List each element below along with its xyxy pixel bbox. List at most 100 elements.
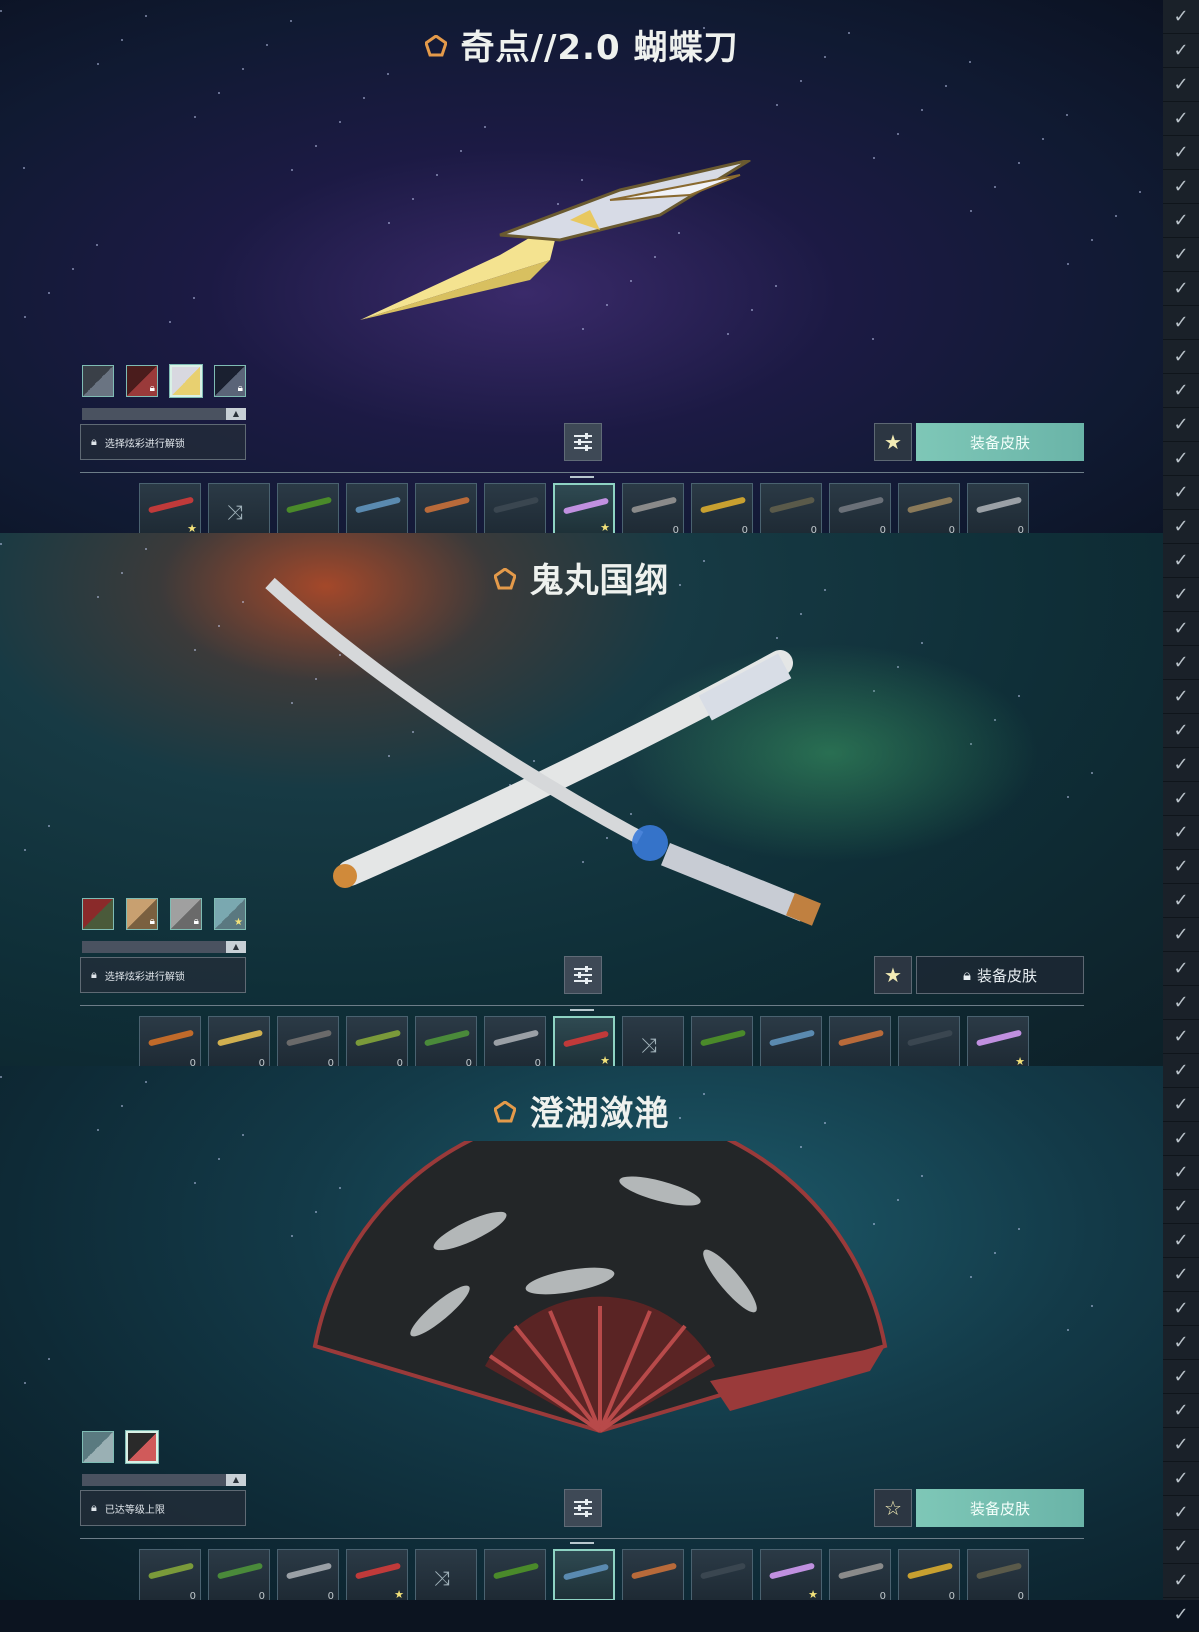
chroma-swatch[interactable] xyxy=(82,898,114,930)
skin-thumbnail[interactable]: 0 xyxy=(208,1549,270,1600)
check-chevron-icon[interactable]: ✓ xyxy=(1163,646,1199,680)
skin-thumbnail[interactable] xyxy=(691,1016,753,1066)
check-chevron-icon[interactable]: ✓ xyxy=(1163,1462,1199,1496)
check-chevron-icon[interactable]: ✓ xyxy=(1163,680,1199,714)
check-chevron-icon[interactable]: ✓ xyxy=(1163,272,1199,306)
skin-thumbnail[interactable]: 0 xyxy=(622,483,684,533)
check-chevron-icon[interactable]: ✓ xyxy=(1163,408,1199,442)
favorite-button[interactable]: ★ xyxy=(874,423,912,461)
check-chevron-icon[interactable]: ✓ xyxy=(1163,884,1199,918)
check-chevron-icon[interactable]: ✓ xyxy=(1163,578,1199,612)
skin-thumbnail[interactable]: 0 xyxy=(484,1016,546,1066)
check-chevron-icon[interactable]: ✓ xyxy=(1163,68,1199,102)
skin-thumbnail[interactable] xyxy=(484,1549,546,1600)
check-chevron-icon[interactable]: ✓ xyxy=(1163,1598,1199,1632)
skin-thumbnail[interactable] xyxy=(415,483,477,533)
check-chevron-icon[interactable]: ✓ xyxy=(1163,170,1199,204)
upgrade-bar[interactable]: ▲ xyxy=(82,408,246,420)
check-chevron-icon[interactable]: ✓ xyxy=(1163,816,1199,850)
filter-button[interactable] xyxy=(564,1489,602,1527)
chroma-swatch[interactable] xyxy=(82,1431,114,1463)
check-chevron-icon[interactable]: ✓ xyxy=(1163,952,1199,986)
skin-thumbnail[interactable]: ★ xyxy=(553,483,615,533)
favorite-button[interactable]: ★ xyxy=(874,956,912,994)
collapse-caret-icon[interactable]: ▲ xyxy=(226,1474,246,1486)
check-chevron-icon[interactable]: ✓ xyxy=(1163,918,1199,952)
check-chevron-icon[interactable]: ✓ xyxy=(1163,986,1199,1020)
check-chevron-icon[interactable]: ✓ xyxy=(1163,782,1199,816)
check-chevron-icon[interactable]: ✓ xyxy=(1163,714,1199,748)
filter-button[interactable] xyxy=(564,423,602,461)
check-chevron-icon[interactable]: ✓ xyxy=(1163,1428,1199,1462)
skin-thumbnail[interactable]: ⤨ xyxy=(415,1549,477,1600)
check-chevron-icon[interactable]: ✓ xyxy=(1163,306,1199,340)
skin-thumbnail[interactable]: 0 xyxy=(691,483,753,533)
check-chevron-icon[interactable]: ✓ xyxy=(1163,1496,1199,1530)
check-chevron-icon[interactable]: ✓ xyxy=(1163,1360,1199,1394)
check-chevron-icon[interactable]: ✓ xyxy=(1163,374,1199,408)
check-chevron-icon[interactable]: ✓ xyxy=(1163,850,1199,884)
skin-thumbnail[interactable] xyxy=(553,1549,615,1600)
check-chevron-icon[interactable]: ✓ xyxy=(1163,544,1199,578)
check-chevron-icon[interactable]: ✓ xyxy=(1163,1054,1199,1088)
skin-thumbnail[interactable] xyxy=(691,1549,753,1600)
check-chevron-icon[interactable]: ✓ xyxy=(1163,1564,1199,1598)
equip-skin-button[interactable]: 装备皮肤 xyxy=(916,423,1084,461)
skin-thumbnail[interactable]: 0 xyxy=(898,1549,960,1600)
equip-skin-button[interactable]: 🔒︎ 装备皮肤 xyxy=(916,956,1084,994)
chroma-swatch[interactable] xyxy=(170,365,202,397)
skin-thumbnail[interactable] xyxy=(760,1016,822,1066)
chroma-swatch[interactable] xyxy=(82,365,114,397)
check-chevron-icon[interactable]: ✓ xyxy=(1163,1292,1199,1326)
skin-thumbnail[interactable]: ★ xyxy=(139,483,201,533)
equip-skin-button[interactable]: 装备皮肤 xyxy=(916,1489,1084,1527)
check-chevron-icon[interactable]: ✓ xyxy=(1163,1020,1199,1054)
skin-thumbnail[interactable]: 0 xyxy=(760,483,822,533)
skin-thumbnail[interactable]: 0 xyxy=(139,1549,201,1600)
skin-thumbnail[interactable]: ⤨ xyxy=(622,1016,684,1066)
skin-thumbnail[interactable]: 0 xyxy=(967,1549,1029,1600)
skin-thumbnail[interactable]: 0 xyxy=(208,1016,270,1066)
check-chevron-icon[interactable]: ✓ xyxy=(1163,1122,1199,1156)
check-chevron-icon[interactable]: ✓ xyxy=(1163,204,1199,238)
check-chevron-icon[interactable]: ✓ xyxy=(1163,748,1199,782)
chroma-swatch[interactable]: ★ xyxy=(214,898,246,930)
right-scroll-strip[interactable]: ✓ ✓ ✓ ✓ ✓ ✓ ✓ ✓ ✓ ✓ ✓ ✓ ✓ ✓ ✓ ✓ ✓ ✓ ✓ ✓ ✓ ✓ ✓ ✓ ✓ ✓ ✓ ✓ ✓ ✓ ✓ ✓ ✓ ✓ ✓ ✓ ✓ ✓ ✓ ✓… xyxy=(1161,0,1199,1632)
skin-thumbnail[interactable]: ⤨ xyxy=(208,483,270,533)
collapse-caret-icon[interactable]: ▲ xyxy=(226,408,246,420)
check-chevron-icon[interactable]: ✓ xyxy=(1163,1326,1199,1360)
check-chevron-icon[interactable]: ✓ xyxy=(1163,102,1199,136)
upgrade-bar[interactable]: ▲ xyxy=(82,1474,246,1486)
skin-thumbnail[interactable] xyxy=(277,483,339,533)
skin-thumbnail[interactable]: 0 xyxy=(415,1016,477,1066)
check-chevron-icon[interactable]: ✓ xyxy=(1163,476,1199,510)
chroma-swatch[interactable]: 🔒︎ xyxy=(126,898,158,930)
skin-thumbnail[interactable]: 0 xyxy=(277,1549,339,1600)
chroma-swatch[interactable]: 🔒︎ xyxy=(214,365,246,397)
check-chevron-icon[interactable]: ✓ xyxy=(1163,0,1199,34)
collapse-caret-icon[interactable]: ▲ xyxy=(226,941,246,953)
skin-thumbnail[interactable] xyxy=(346,483,408,533)
check-chevron-icon[interactable]: ✓ xyxy=(1163,238,1199,272)
skin-thumbnail[interactable]: 0 xyxy=(829,483,891,533)
chroma-swatch[interactable]: 🔒︎ xyxy=(170,898,202,930)
check-chevron-icon[interactable]: ✓ xyxy=(1163,136,1199,170)
skin-thumbnail[interactable]: 0 xyxy=(277,1016,339,1066)
filter-button[interactable] xyxy=(564,956,602,994)
chroma-swatch[interactable]: 🔒︎ xyxy=(126,365,158,397)
skin-thumbnail[interactable]: ★ xyxy=(967,1016,1029,1066)
skin-thumbnail[interactable]: ★ xyxy=(553,1016,615,1066)
skin-thumbnail[interactable] xyxy=(829,1016,891,1066)
check-chevron-icon[interactable]: ✓ xyxy=(1163,1258,1199,1292)
check-chevron-icon[interactable]: ✓ xyxy=(1163,340,1199,374)
skin-thumbnail[interactable]: 0 xyxy=(829,1549,891,1600)
skin-thumbnail[interactable]: ★ xyxy=(760,1549,822,1600)
skin-thumbnail[interactable] xyxy=(898,1016,960,1066)
check-chevron-icon[interactable]: ✓ xyxy=(1163,1394,1199,1428)
skin-thumbnail[interactable]: 0 xyxy=(898,483,960,533)
skin-thumbnail[interactable]: 0 xyxy=(139,1016,201,1066)
skin-thumbnail[interactable] xyxy=(484,483,546,533)
check-chevron-icon[interactable]: ✓ xyxy=(1163,442,1199,476)
upgrade-bar[interactable]: ▲ xyxy=(82,941,246,953)
favorite-button[interactable]: ☆ xyxy=(874,1489,912,1527)
